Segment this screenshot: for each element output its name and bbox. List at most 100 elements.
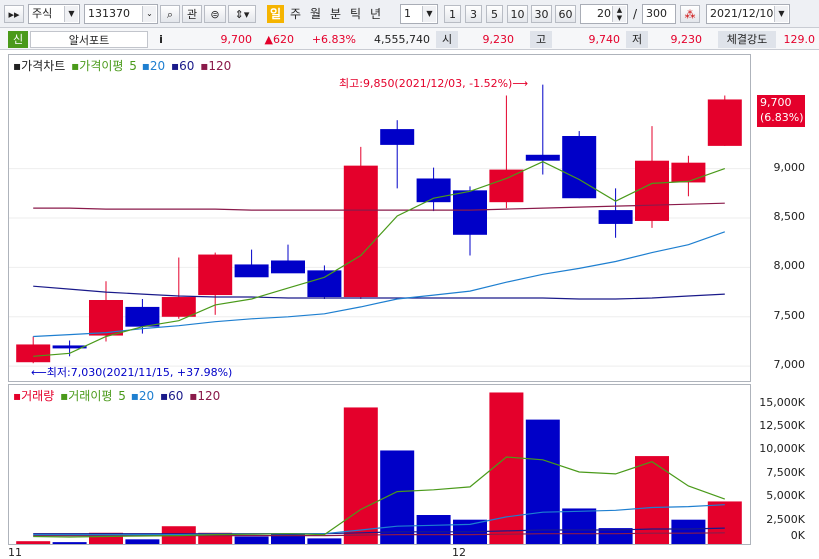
- interval-5-button[interactable]: 5: [486, 5, 503, 23]
- chevron-down-icon: ⌄: [142, 6, 156, 22]
- x-axis-bar: [0, 545, 819, 559]
- interval-select[interactable]: 1 ▼: [400, 4, 438, 24]
- price-legend-ma60: ▪60: [171, 59, 195, 73]
- period-year-label: 년: [369, 7, 382, 21]
- info-button[interactable]: i: [152, 31, 170, 48]
- price-y-tick: 9,000: [773, 160, 806, 174]
- volume-bar: [562, 508, 597, 544]
- candle-body: [343, 165, 378, 298]
- watchlist-button[interactable]: 관: [182, 5, 202, 23]
- price-chart-panel[interactable]: ▪가격차트 ▪가격이평 5 ▪20 ▪60 ▪120 최고:9,850(2021…: [8, 54, 751, 382]
- open-label: 시: [436, 31, 458, 48]
- volume-chart-svg[interactable]: [9, 385, 750, 544]
- interval-3-button[interactable]: 3: [465, 5, 482, 23]
- period-tick-label: 틱: [349, 7, 362, 21]
- price-change: ▲620: [258, 31, 298, 48]
- market-select-value: 주식: [32, 7, 53, 20]
- volume-bar: [671, 519, 706, 544]
- period-week-label: 주: [289, 7, 302, 21]
- count-separator-text: /: [632, 7, 638, 21]
- candle: [671, 155, 706, 197]
- chevron-down-icon: ▼: [422, 6, 436, 22]
- price-legend-ma20-text: 20: [149, 59, 166, 73]
- candle-body: [453, 190, 487, 235]
- candle: [16, 336, 51, 364]
- credit-badge-text: 신: [12, 33, 24, 46]
- volume-legend-ma60-text: 60: [168, 389, 184, 403]
- low-label: 저: [626, 31, 648, 48]
- volume-ma5-line: [33, 456, 726, 538]
- period-tick-tab[interactable]: 틱: [347, 5, 364, 23]
- chevron-down-icon: ▼: [774, 6, 788, 22]
- volume-chart-panel[interactable]: ▪거래량 ▪거래이평 5 ▪20 ▪60 ▪120: [8, 384, 751, 545]
- stock-code-input[interactable]: 131370 ⌄: [84, 4, 158, 24]
- strength-value-text: 129.0: [783, 33, 816, 46]
- candle: [562, 131, 597, 199]
- strength-label-text: 체결강도: [726, 33, 768, 46]
- price-legend-ma5: 5: [129, 59, 137, 73]
- high-price: 9,740: [552, 31, 624, 48]
- candle-body: [16, 344, 51, 363]
- high-label: 고: [530, 31, 552, 48]
- candle-body: [161, 297, 196, 317]
- price-legend-title-text: 가격차트: [21, 59, 66, 73]
- period-minute-label: 분: [329, 7, 342, 21]
- price-chart-svg[interactable]: [9, 55, 750, 381]
- candle: [380, 120, 415, 189]
- candle: [234, 249, 269, 278]
- volume-bar: [125, 539, 160, 544]
- candle: [635, 126, 669, 228]
- low-price: 9,230: [648, 31, 706, 48]
- price-change-pct: +6.83%: [300, 31, 360, 48]
- price-legend-ma20: ▪20: [141, 59, 166, 73]
- market-select[interactable]: 주식 ▼: [28, 4, 80, 24]
- period-year-tab[interactable]: 년: [367, 5, 384, 23]
- prev-next-stepper[interactable]: ⇕▾: [228, 5, 256, 23]
- current-price-text: 9,700: [220, 33, 253, 46]
- interval-60-button[interactable]: 60: [555, 5, 576, 23]
- search-button[interactable]: ⌕: [160, 5, 180, 23]
- date-picker[interactable]: 2021/12/10 ▼: [706, 4, 790, 24]
- strength-value: 129.0: [776, 31, 819, 48]
- open-price: 9,230: [458, 31, 518, 48]
- sync-button[interactable]: ⊜: [204, 5, 226, 23]
- period-minute-tab[interactable]: 분: [327, 5, 344, 23]
- candle-body: [307, 270, 342, 298]
- price-legend: ▪가격차트 ▪가격이평 5 ▪20 ▪60 ▪120: [13, 57, 233, 74]
- chart-settings-button[interactable]: ⁂: [680, 5, 700, 23]
- price-ma5-line: [33, 161, 725, 357]
- candle-body: [707, 99, 742, 146]
- price-ma60-line: [33, 285, 725, 300]
- interval-30-button[interactable]: 30: [531, 5, 552, 23]
- period-day-tab[interactable]: 일: [267, 5, 284, 23]
- candle: [161, 257, 196, 319]
- open-label-text: 시: [441, 33, 453, 46]
- price-y-axis: 9,000 8,500 8,000 7,500 7,000 9,700 (6.83%): [752, 54, 819, 382]
- open-price-text: 9,230: [482, 33, 515, 46]
- search-icon: ⌕: [166, 8, 174, 21]
- price-legend-title: ▪가격차트: [13, 59, 66, 73]
- candle-body: [234, 264, 269, 278]
- price-change-pct-text: +6.83%: [311, 33, 356, 46]
- candle-body: [89, 299, 123, 336]
- period-week-tab[interactable]: 주: [287, 5, 304, 23]
- stock-name-field[interactable]: 알서포트: [30, 31, 148, 48]
- count-input[interactable]: 20 ▲ ▼: [580, 4, 628, 24]
- volume-bar: [16, 541, 51, 544]
- trade-volume: 4,555,740: [362, 31, 434, 48]
- candle-body: [525, 154, 560, 161]
- candle: [271, 244, 305, 274]
- interval-1-button[interactable]: 1: [444, 5, 461, 23]
- interval-5-label: 5: [491, 8, 498, 21]
- total-count-input[interactable]: 300: [642, 4, 676, 24]
- interval-10-button[interactable]: 10: [507, 5, 528, 23]
- price-ma120-line: [33, 202, 725, 211]
- candle-body: [635, 160, 669, 221]
- period-month-tab[interactable]: 월: [307, 5, 324, 23]
- price-change-text: ▲620: [264, 33, 294, 46]
- volume-legend: ▪거래량 ▪거래이평 5 ▪20 ▪60 ▪120: [13, 387, 222, 404]
- menu-expand-button[interactable]: ▸▸: [4, 5, 24, 23]
- min-price-note: ⟵최저:7,030(2021/11/15, +37.98%): [31, 366, 233, 379]
- chart-toolbar: ▸▸ 주식 ▼ 131370 ⌄ ⌕ 관 ⊜ ⇕▾ 일 주 월 분 틱 년 1 …: [0, 0, 819, 28]
- volume-legend-title-text: 거래량: [21, 389, 55, 403]
